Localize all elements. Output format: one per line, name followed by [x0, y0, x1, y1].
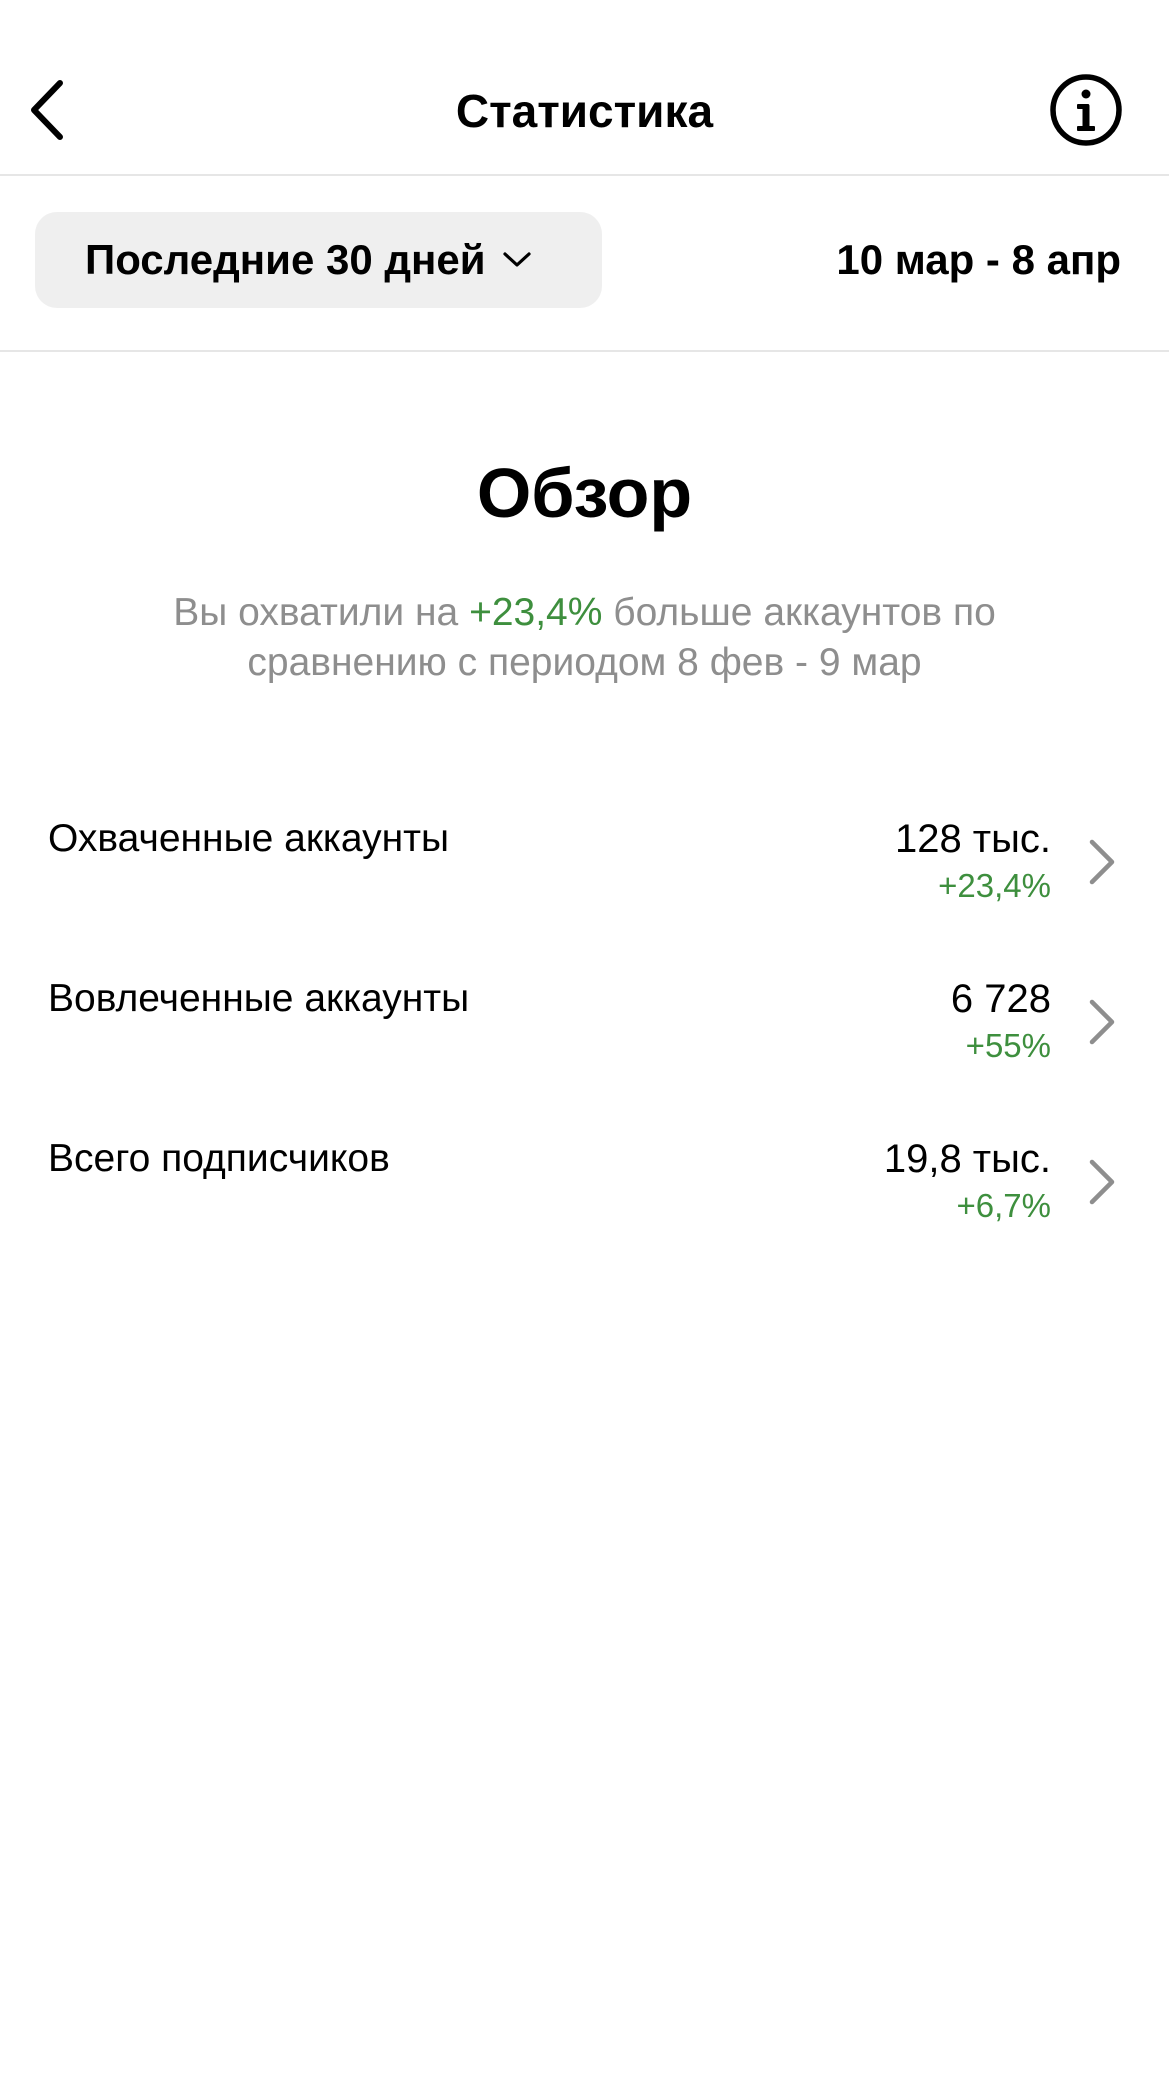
page-title: Статистика: [455, 85, 714, 137]
top-bar: Статистика: [0, 0, 1169, 176]
period-label: Последние 30 дней: [85, 236, 486, 283]
metric-change: +55%: [965, 1027, 1051, 1064]
filter-bar: Последние 30 дней 10 мар - 8 апр: [0, 176, 1169, 352]
metric-row-total-followers[interactable]: Всего подписчиков 19,8 тыс. +6,7%: [0, 1124, 1169, 1254]
info-button[interactable]: [1048, 72, 1124, 148]
overview-desc-highlight: +23,4%: [469, 591, 603, 634]
date-range: 10 мар - 8 апр: [836, 236, 1121, 283]
metric-label: Вовлеченные аккаунты: [48, 977, 470, 1020]
overview-description: Вы охватили на +23,4% больше аккаунтов п…: [100, 588, 1069, 688]
period-dropdown[interactable]: Последние 30 дней: [35, 212, 602, 308]
metric-label: Всего подписчиков: [48, 1137, 390, 1180]
chevron-right-icon: [1089, 1159, 1115, 1205]
chevron-right-icon: [1089, 839, 1115, 885]
chevron-right-icon: [1089, 999, 1115, 1045]
info-icon: [1050, 74, 1122, 146]
overview-title: Обзор: [476, 454, 693, 532]
chevron-down-icon: [502, 251, 532, 269]
metric-value: 19,8 тыс.: [883, 1137, 1051, 1181]
overview-desc-prefix: Вы охватили на: [173, 591, 470, 634]
metric-value: 6 728: [950, 977, 1051, 1021]
metric-row-reached-accounts[interactable]: Охваченные аккаунты 128 тыс. +23,4%: [0, 804, 1169, 934]
metric-change: +6,7%: [956, 1187, 1052, 1224]
metric-label: Охваченные аккаунты: [48, 817, 450, 860]
metric-change: +23,4%: [938, 867, 1051, 904]
metric-value: 128 тыс.: [894, 817, 1051, 861]
metric-row-engaged-accounts[interactable]: Вовлеченные аккаунты 6 728 +55%: [0, 964, 1169, 1094]
